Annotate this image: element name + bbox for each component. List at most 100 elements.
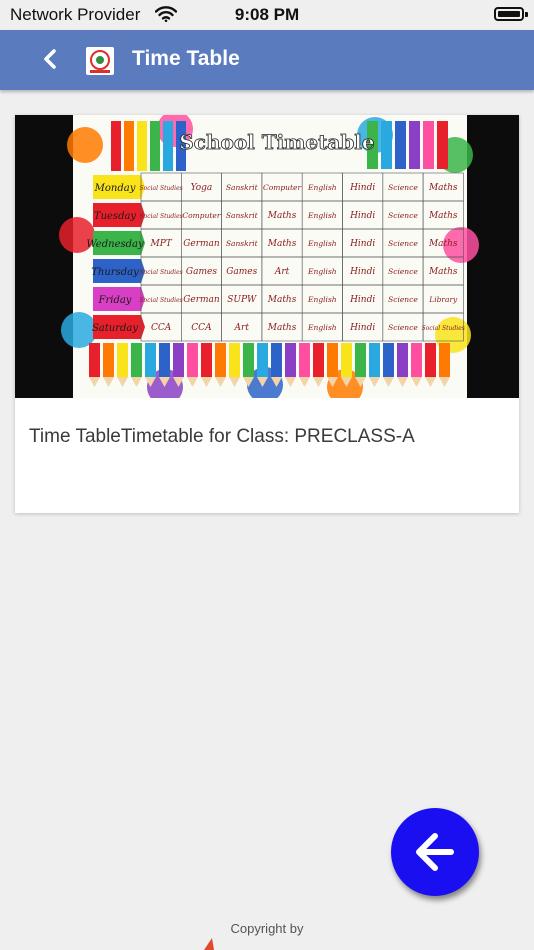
- timetable-cell-text: Art: [234, 323, 250, 333]
- chevron-left-icon[interactable]: [36, 45, 66, 75]
- timetable-cell-text: Social Studies: [140, 185, 183, 192]
- pencil: [369, 343, 380, 377]
- pencil: [187, 343, 198, 377]
- timetable-cell-text: Maths: [428, 239, 458, 249]
- timetable-cell-text: Maths: [428, 211, 458, 221]
- pencil: [411, 343, 422, 377]
- pencil: [103, 343, 114, 377]
- pencil: [423, 121, 434, 169]
- timetable-cell-text: English: [307, 183, 337, 192]
- pencil: [117, 343, 128, 377]
- timetable-cell-text: Social Studies: [422, 325, 465, 332]
- pencil: [439, 343, 450, 377]
- timetable-cell-text: English: [307, 295, 337, 304]
- pencil: [285, 343, 296, 377]
- timetable-cell-text: Hindi: [349, 267, 375, 277]
- pencil: [313, 343, 324, 377]
- timetable-cell-text: Computer: [263, 183, 301, 192]
- timetable-cell-text: CCA: [151, 323, 172, 333]
- timetable-cell-text: Maths: [267, 211, 297, 221]
- back-fab-button[interactable]: [391, 808, 479, 896]
- timetable-illustration: School Timetable Monday Social Studies Yoga…: [59, 115, 479, 398]
- day-label: Thursday: [91, 267, 139, 278]
- status-bar: Network Provider 9:08 PM: [0, 0, 534, 30]
- timetable-cell-text: English: [307, 267, 337, 276]
- timetable-cell-text: English: [307, 323, 337, 332]
- pencil: [173, 343, 184, 377]
- pencil: [355, 343, 366, 377]
- app-header: Time Table: [0, 30, 534, 90]
- timetable-cell-text: Hindi: [349, 239, 375, 249]
- timetable-cell-text: Maths: [428, 267, 458, 277]
- pencil: [383, 343, 394, 377]
- battery-icon: [494, 7, 524, 21]
- pencil: [425, 343, 436, 377]
- pencil: [137, 121, 147, 171]
- timetable-cell-text: Science: [388, 267, 418, 276]
- card-caption: Time TableTimetable for Class: PRECLASS-…: [29, 426, 415, 447]
- copyright-logo-icon: [204, 938, 214, 950]
- school-logo-icon: [86, 47, 114, 75]
- day-label: Tuesday: [94, 211, 137, 222]
- pencil: [111, 121, 121, 171]
- day-label: Saturday: [92, 323, 138, 334]
- pencil: [397, 343, 408, 377]
- timetable-cell-text: English: [307, 211, 337, 220]
- pencil: [89, 343, 100, 377]
- timetable-cell-text: Hindi: [349, 211, 375, 221]
- page-title: Time Table: [132, 47, 240, 70]
- day-label: Friday: [98, 295, 132, 306]
- back-button[interactable]: [36, 45, 66, 75]
- timetable-cell-text: Science: [388, 211, 418, 220]
- pencil: [437, 121, 448, 169]
- timetable-cell-text: Hindi: [349, 295, 375, 305]
- day-label: Wednesday: [86, 239, 144, 250]
- timetable-cell-text: Science: [388, 239, 418, 248]
- timetable-cell-text: German: [183, 239, 220, 249]
- timetable-cell-text: Social Studies: [140, 269, 183, 276]
- timetable-cell-text: English: [307, 239, 337, 248]
- pencil: [229, 343, 240, 377]
- timetable-cell-text: Yoga: [191, 183, 213, 193]
- timetable-cell-text: Sanskrit: [226, 183, 259, 192]
- timetable-cell-text: Maths: [428, 183, 458, 193]
- timetable-image[interactable]: School Timetable Monday Social Studies Yoga…: [15, 115, 519, 398]
- copyright-text: Copyright by: [230, 921, 304, 936]
- clock: 9:08 PM: [234, 5, 300, 24]
- battery-tip: [525, 12, 528, 17]
- timetable-cell-text: Science: [388, 295, 418, 304]
- pencil: [299, 343, 310, 377]
- pencil: [257, 343, 268, 377]
- pencil: [381, 121, 392, 169]
- timetable-cell-text: German: [183, 295, 220, 305]
- timetable-cell-text: Maths: [267, 295, 297, 305]
- pencil: [409, 121, 420, 169]
- pencil: [341, 343, 352, 377]
- pencil: [159, 343, 170, 377]
- paint-splash: [67, 127, 103, 163]
- pencil: [327, 343, 338, 377]
- timetable-cell-text: Social Studies: [140, 213, 183, 220]
- pencil: [163, 121, 173, 171]
- pencil: [215, 343, 226, 377]
- timetable-cell-text: Sanskrit: [226, 239, 259, 248]
- pencil: [150, 121, 160, 171]
- pencil: [131, 343, 142, 377]
- timetable-cell-text: Science: [388, 323, 418, 332]
- timetable-title: School Timetable: [179, 130, 374, 154]
- timetable-cell-text: Games: [226, 267, 257, 277]
- pencil: [395, 121, 406, 169]
- pencil: [271, 343, 282, 377]
- arrow-left-icon[interactable]: [413, 830, 457, 874]
- timetable-cell-text: Library: [428, 295, 458, 304]
- timetable-card[interactable]: School Timetable Monday Social Studies Yoga…: [15, 115, 519, 513]
- timetable-cell-text: Social Studies: [140, 297, 183, 304]
- timetable-cell-text: Computer: [182, 211, 220, 220]
- pencil: [145, 343, 156, 377]
- timetable-cell-text: Maths: [267, 239, 297, 249]
- timetable-cell-text: Games: [186, 267, 217, 277]
- timetable-cell-text: Art: [274, 267, 290, 277]
- timetable-cell-text: Hindi: [349, 323, 375, 333]
- pencil: [124, 121, 134, 171]
- pencil: [243, 343, 254, 377]
